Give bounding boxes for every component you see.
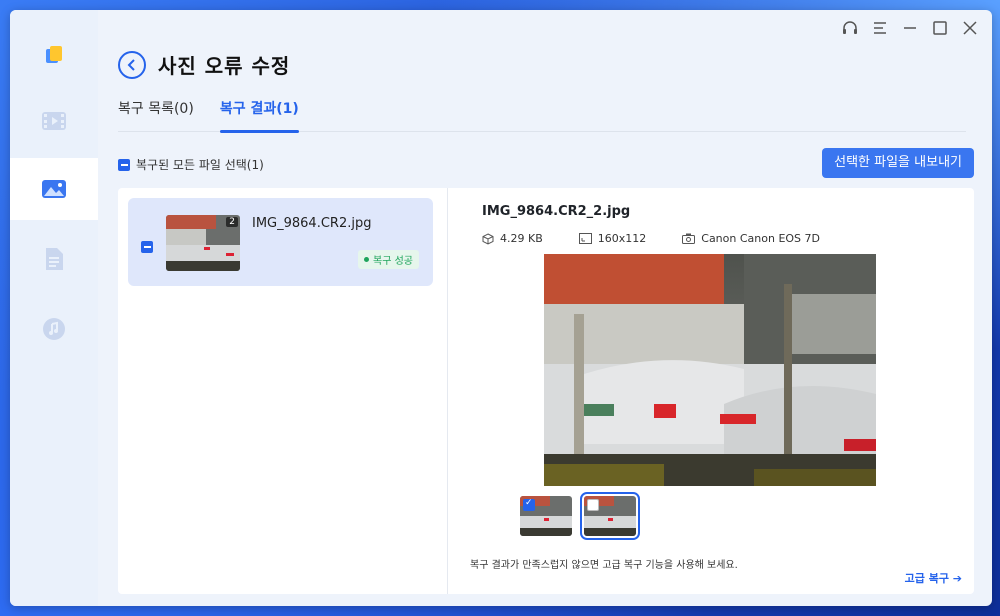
main-area: 사진 오류 수정 복구 목록(0) 복구 결과(1) 복구된 모든 파일 선택(… bbox=[98, 10, 992, 606]
close-button[interactable] bbox=[960, 18, 980, 38]
meta-dimensions: 160x112 bbox=[578, 232, 646, 245]
advanced-recovery-link[interactable]: 고급 복구 ➔ bbox=[905, 570, 962, 586]
hint-text: 복구 결과가 만족스럽지 않으면 고급 복구 기능을 사용해 보세요. bbox=[470, 560, 738, 571]
minimize-icon bbox=[904, 27, 916, 29]
page-title: 사진 오류 수정 bbox=[158, 54, 291, 78]
music-icon bbox=[43, 318, 65, 340]
variant-thumbnail[interactable] bbox=[520, 496, 572, 536]
file-detail: IMG_9864.CR2_2.jpg 4.29 KB 160x112 Canon… bbox=[448, 188, 974, 594]
cube-icon bbox=[482, 232, 494, 245]
video-icon bbox=[42, 112, 66, 130]
variant-checkbox[interactable] bbox=[587, 499, 599, 511]
file-thumbnail: 2 bbox=[166, 215, 240, 271]
tab-recovery-result[interactable]: 복구 결과(1) bbox=[219, 98, 299, 133]
back-button[interactable] bbox=[118, 50, 146, 79]
file-meta: 4.29 KB 160x112 Canon Canon EOS 7D bbox=[482, 232, 820, 245]
close-icon bbox=[963, 21, 977, 35]
photo-preview bbox=[544, 254, 876, 486]
window-controls bbox=[840, 18, 980, 38]
select-all-label: 복구된 모든 파일 선택(1) bbox=[136, 158, 264, 172]
headset-icon bbox=[843, 21, 857, 34]
sidebar-item-video[interactable] bbox=[10, 90, 98, 152]
maximize-icon bbox=[933, 21, 947, 35]
sidebar-item-document[interactable] bbox=[10, 228, 98, 290]
variant-selector bbox=[520, 492, 640, 540]
tab-bar: 복구 목록(0) 복구 결과(1) bbox=[118, 98, 966, 133]
variant-thumbnail[interactable] bbox=[580, 492, 640, 540]
support-button[interactable] bbox=[840, 18, 860, 38]
file-list: 2 IMG_9864.CR2.jpg 복구 성공 bbox=[118, 188, 448, 594]
tab-recovery-list[interactable]: 복구 목록(0) bbox=[118, 98, 194, 132]
export-button[interactable]: 선택한 파일을 내보내기 bbox=[822, 148, 974, 178]
meta-camera: Canon Canon EOS 7D bbox=[682, 232, 820, 245]
sidebar-item-photo[interactable] bbox=[10, 158, 98, 220]
chevron-left-icon bbox=[127, 58, 135, 71]
file-name: IMG_9864.CR2.jpg bbox=[252, 216, 372, 231]
photo-icon bbox=[42, 180, 66, 198]
dimensions-icon bbox=[578, 233, 592, 244]
maximize-button[interactable] bbox=[930, 18, 950, 38]
app-logo-icon bbox=[46, 46, 62, 63]
menu-icon bbox=[874, 22, 886, 34]
list-item[interactable]: 2 IMG_9864.CR2.jpg 복구 성공 bbox=[128, 198, 433, 286]
checkbox-partial-icon bbox=[118, 158, 130, 171]
variant-checkbox[interactable] bbox=[523, 498, 535, 511]
document-icon bbox=[46, 248, 63, 270]
detail-file-name: IMG_9864.CR2_2.jpg bbox=[482, 204, 631, 219]
select-all-checkbox[interactable]: 복구된 모든 파일 선택(1) bbox=[118, 156, 264, 173]
sidebar-item-music[interactable] bbox=[10, 298, 98, 360]
sidebar bbox=[10, 10, 98, 606]
minimize-button[interactable] bbox=[900, 18, 920, 38]
status-text: 복구 성공 bbox=[373, 256, 413, 267]
meta-size: 4.29 KB bbox=[482, 232, 543, 245]
file-checkbox[interactable] bbox=[141, 241, 153, 253]
page-header: 사진 오류 수정 bbox=[118, 50, 290, 79]
success-dot-icon bbox=[364, 257, 370, 262]
status-badge: 복구 성공 bbox=[358, 250, 419, 269]
camera-icon bbox=[682, 233, 696, 244]
app-logo bbox=[10, 24, 98, 86]
variant-count-badge: 2 bbox=[226, 217, 238, 227]
menu-button[interactable] bbox=[870, 18, 890, 38]
app-window: 사진 오류 수정 복구 목록(0) 복구 결과(1) 복구된 모든 파일 선택(… bbox=[10, 10, 992, 606]
content-panel: 2 IMG_9864.CR2.jpg 복구 성공 IMG_9864.CR2_2.… bbox=[118, 188, 974, 594]
